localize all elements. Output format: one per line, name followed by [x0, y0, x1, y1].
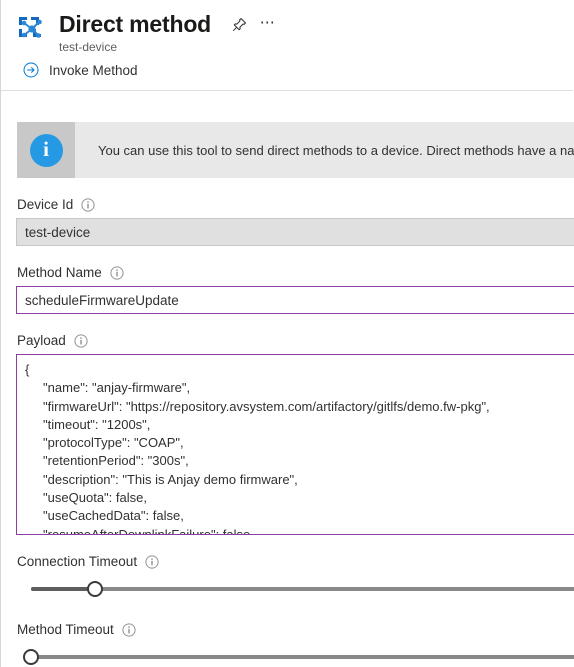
info-circle-icon: i	[17, 122, 75, 178]
iot-device-graph-icon	[17, 14, 49, 46]
header-text-block: Direct method ⋯ test-device	[59, 11, 279, 55]
slider-rail	[31, 587, 574, 591]
slider-thumb[interactable]	[23, 649, 39, 665]
method-name-label: Method Name	[17, 265, 102, 280]
method-timeout-slider[interactable]	[23, 643, 574, 667]
invoke-method-button[interactable]: Invoke Method	[23, 54, 144, 86]
command-bar: Invoke Method	[1, 50, 573, 91]
method-name-field-group: Method Name	[16, 265, 574, 314]
device-id-label-row: Device Id	[17, 197, 574, 212]
ellipsis-icon[interactable]: ⋯	[257, 14, 279, 35]
slider-rail	[31, 655, 574, 659]
payload-label: Payload	[17, 333, 66, 348]
info-notification-bar: i You can use this tool to send direct m…	[17, 122, 574, 178]
invoke-method-label: Invoke Method	[49, 62, 138, 78]
direct-method-blade: Direct method ⋯ test-device Invoke Metho…	[0, 0, 574, 667]
info-icon[interactable]	[74, 333, 88, 348]
title-row: Direct method ⋯	[59, 11, 279, 38]
method-timeout-group: Method Timeout	[17, 622, 574, 667]
blade-body: i You can use this tool to send direct m…	[1, 122, 574, 667]
payload-label-row: Payload	[17, 333, 574, 348]
connection-timeout-group: Connection Timeout	[17, 554, 574, 603]
method-timeout-label: Method Timeout	[17, 622, 114, 637]
payload-textarea[interactable]: { "name": "anjay-firmware", "firmwareUrl…	[16, 354, 574, 535]
payload-text: { "name": "anjay-firmware", "firmwareUrl…	[25, 362, 490, 535]
info-icon[interactable]	[145, 554, 159, 569]
info-notification-text: You can use this tool to send direct met…	[98, 142, 574, 158]
connection-timeout-label-row: Connection Timeout	[17, 554, 574, 569]
device-id-field-group: Device Id	[16, 197, 574, 246]
payload-field-group: Payload { "name": "anjay-firmware", "fir…	[16, 333, 574, 535]
method-name-label-row: Method Name	[17, 265, 574, 280]
slider-fill	[31, 587, 96, 591]
method-name-input[interactable]	[16, 286, 574, 314]
method-timeout-label-row: Method Timeout	[17, 622, 574, 637]
page-title: Direct method	[59, 11, 212, 37]
blade-subtitle: test-device	[59, 40, 118, 54]
blade-header: Direct method ⋯ test-device	[1, 0, 574, 54]
slider-thumb[interactable]	[87, 581, 104, 597]
device-id-input	[16, 218, 574, 246]
connection-timeout-slider[interactable]	[31, 575, 574, 603]
pin-icon[interactable]	[229, 15, 249, 35]
connection-timeout-label: Connection Timeout	[17, 554, 138, 569]
info-icon[interactable]	[110, 265, 124, 280]
device-id-label: Device Id	[17, 197, 74, 212]
info-icon[interactable]	[81, 197, 95, 212]
info-icon[interactable]	[122, 622, 136, 637]
arrow-circle-right-icon	[23, 62, 39, 78]
